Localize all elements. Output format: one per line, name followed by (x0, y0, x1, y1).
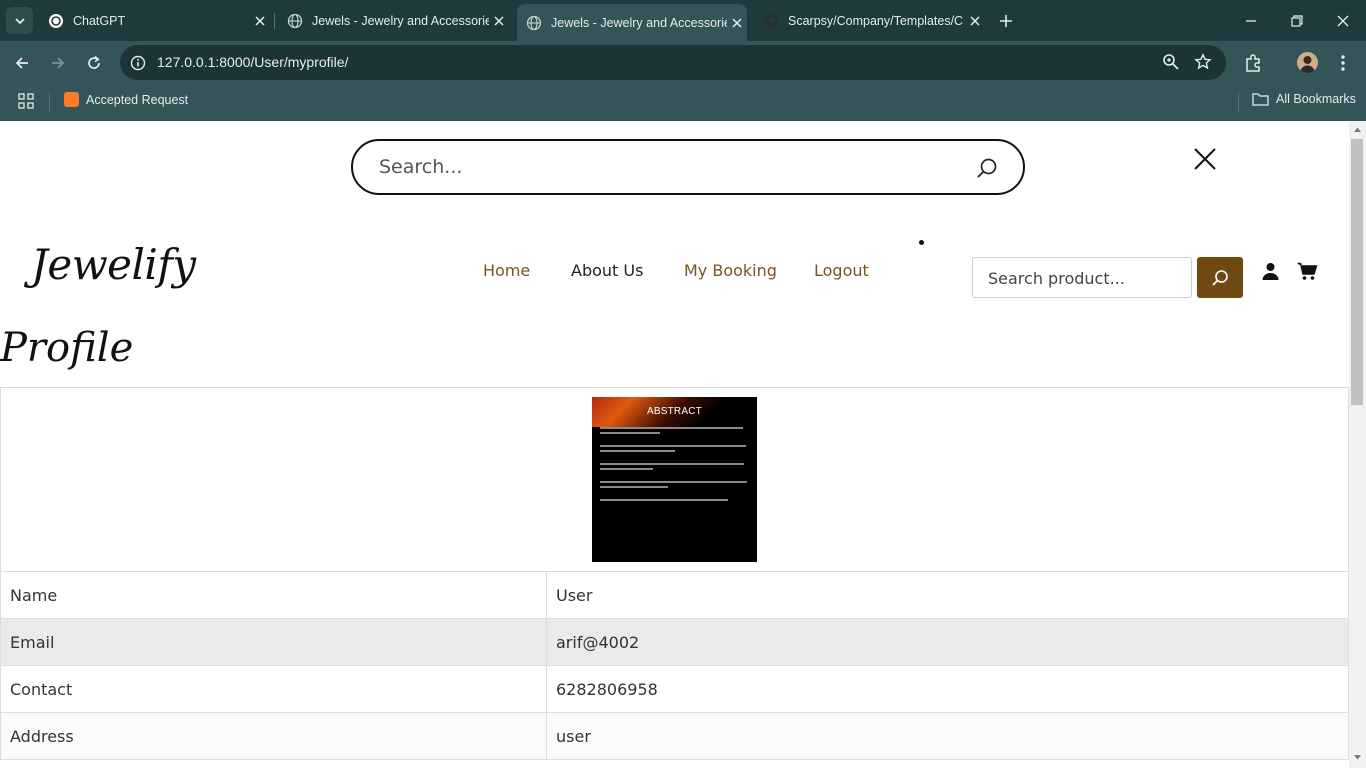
scrollbar-thumb[interactable] (1351, 139, 1363, 405)
nav-about-us[interactable]: About Us (571, 261, 643, 280)
folder-icon (1252, 93, 1269, 106)
tab-github[interactable]: Scarpsy/Company/Templates/C (755, 0, 985, 41)
site-logo[interactable]: Jewelify (31, 240, 196, 289)
close-search-icon[interactable] (1191, 145, 1219, 173)
row-label: Contact (0, 665, 547, 713)
scroll-up-arrow-icon[interactable] (1353, 125, 1362, 134)
profile-image: ABSTRACT (592, 397, 757, 562)
close-icon (1337, 15, 1349, 27)
shopping-cart-icon[interactable] (1297, 262, 1318, 281)
tab-title: Scarpsy/Company/Templates/C (788, 13, 964, 28)
bookmark-star-icon[interactable] (1194, 53, 1214, 73)
globe-icon (287, 13, 303, 29)
chevron-down-icon (14, 17, 25, 24)
bookmark-separator (1238, 93, 1239, 111)
url-text[interactable]: 127.0.0.1:8000/User/myprofile/ (157, 54, 348, 70)
row-value: User (546, 571, 1349, 619)
minimize-icon (1246, 20, 1256, 22)
search-icon (1212, 269, 1228, 286)
image-heading: ABSTRACT (647, 406, 702, 417)
plus-icon (1000, 15, 1012, 27)
zoom-icon[interactable] (1162, 53, 1182, 73)
tab-jewels-active[interactable]: Jewels - Jewelry and Accessories (517, 4, 747, 41)
close-window-button[interactable] (1331, 9, 1355, 33)
browser-tab-strip: ChatGPT Jewels - Jewelry and Accessories… (0, 0, 1366, 41)
new-tab-button[interactable] (994, 9, 1018, 33)
image-text-lines (600, 427, 750, 504)
all-bookmarks-button[interactable]: All Bookmarks (1252, 92, 1356, 106)
scroll-down-arrow-icon[interactable] (1353, 753, 1362, 762)
row-label: Address (0, 712, 547, 760)
page-viewport: Jewelify Home About Us My Booking Logout… (0, 121, 1349, 768)
apps-grid-icon[interactable] (18, 93, 34, 109)
product-search-box (972, 257, 1192, 298)
close-tab-icon[interactable] (250, 11, 270, 31)
table-row: Address user (0, 712, 1349, 760)
back-button[interactable] (8, 49, 36, 77)
reload-icon (88, 55, 100, 69)
product-search-button[interactable] (1197, 257, 1243, 298)
tab-title: ChatGPT (73, 13, 126, 28)
table-row: Email arif@4002 (0, 618, 1349, 666)
minimize-button[interactable] (1239, 9, 1263, 33)
row-value: user (546, 712, 1349, 760)
tab-chatgpt[interactable]: ChatGPT (40, 0, 270, 41)
product-search-input[interactable] (986, 266, 1181, 290)
decorative-dot (919, 240, 924, 245)
profile-avatar[interactable] (1297, 52, 1318, 73)
profile-table: ABSTRACT Name User Email arif@4002 Conta… (0, 387, 1349, 760)
globe-icon (526, 15, 542, 31)
reload-button[interactable] (80, 49, 108, 77)
table-row: Contact 6282806958 (0, 665, 1349, 713)
page-scrollbar[interactable] (1349, 121, 1366, 768)
xampp-icon (64, 92, 79, 107)
bookmark-separator (49, 93, 50, 111)
page-title: Profile (0, 325, 134, 371)
search-icon[interactable] (975, 156, 999, 180)
browser-toolbar: 127.0.0.1:8000/User/myprofile/ (0, 41, 1366, 84)
bookmark-label: Accepted Request (86, 92, 189, 107)
table-row: Name User (0, 571, 1349, 619)
browser-menu-icon[interactable] (1333, 52, 1353, 74)
row-value: 6282806958 (546, 665, 1349, 713)
row-value: arif@4002 (546, 618, 1349, 666)
nav-home[interactable]: Home (483, 261, 530, 280)
site-search-overlay (351, 139, 1025, 195)
tab-search-button[interactable] (6, 7, 33, 34)
close-tab-icon[interactable] (489, 11, 509, 31)
restore-button[interactable] (1285, 9, 1309, 33)
address-bar[interactable]: 127.0.0.1:8000/User/myprofile/ (120, 45, 1226, 80)
tab-title: Jewels - Jewelry and Accessories (312, 13, 489, 28)
arrow-right-icon (52, 57, 65, 69)
restore-icon (1291, 15, 1303, 27)
close-tab-icon[interactable] (727, 13, 747, 33)
github-icon (763, 13, 779, 29)
extensions-icon[interactable] (1243, 52, 1265, 74)
site-info-icon[interactable] (128, 53, 148, 73)
row-label: Name (0, 571, 547, 619)
nav-my-booking[interactable]: My Booking (684, 261, 777, 280)
forward-button[interactable] (44, 49, 72, 77)
tab-title: Jewels - Jewelry and Accessories (551, 15, 727, 30)
bookmark-accepted-request[interactable]: Accepted Request (64, 92, 188, 107)
close-tab-icon[interactable] (965, 11, 985, 31)
tab-jewels-1[interactable]: Jewels - Jewelry and Accessories (279, 0, 509, 41)
bookmarks-bar: Accepted Request All Bookmarks (0, 84, 1366, 121)
tab-separator (274, 13, 275, 29)
nav-logout[interactable]: Logout (814, 261, 869, 280)
row-label: Email (0, 618, 547, 666)
user-account-icon[interactable] (1261, 262, 1280, 281)
profile-image-cell: ABSTRACT (0, 387, 1349, 572)
all-bookmarks-label: All Bookmarks (1276, 92, 1356, 106)
profile-image-row: ABSTRACT (0, 387, 1349, 572)
arrow-left-icon (15, 57, 28, 69)
chatgpt-icon (48, 13, 64, 29)
site-search-input[interactable] (377, 151, 937, 183)
